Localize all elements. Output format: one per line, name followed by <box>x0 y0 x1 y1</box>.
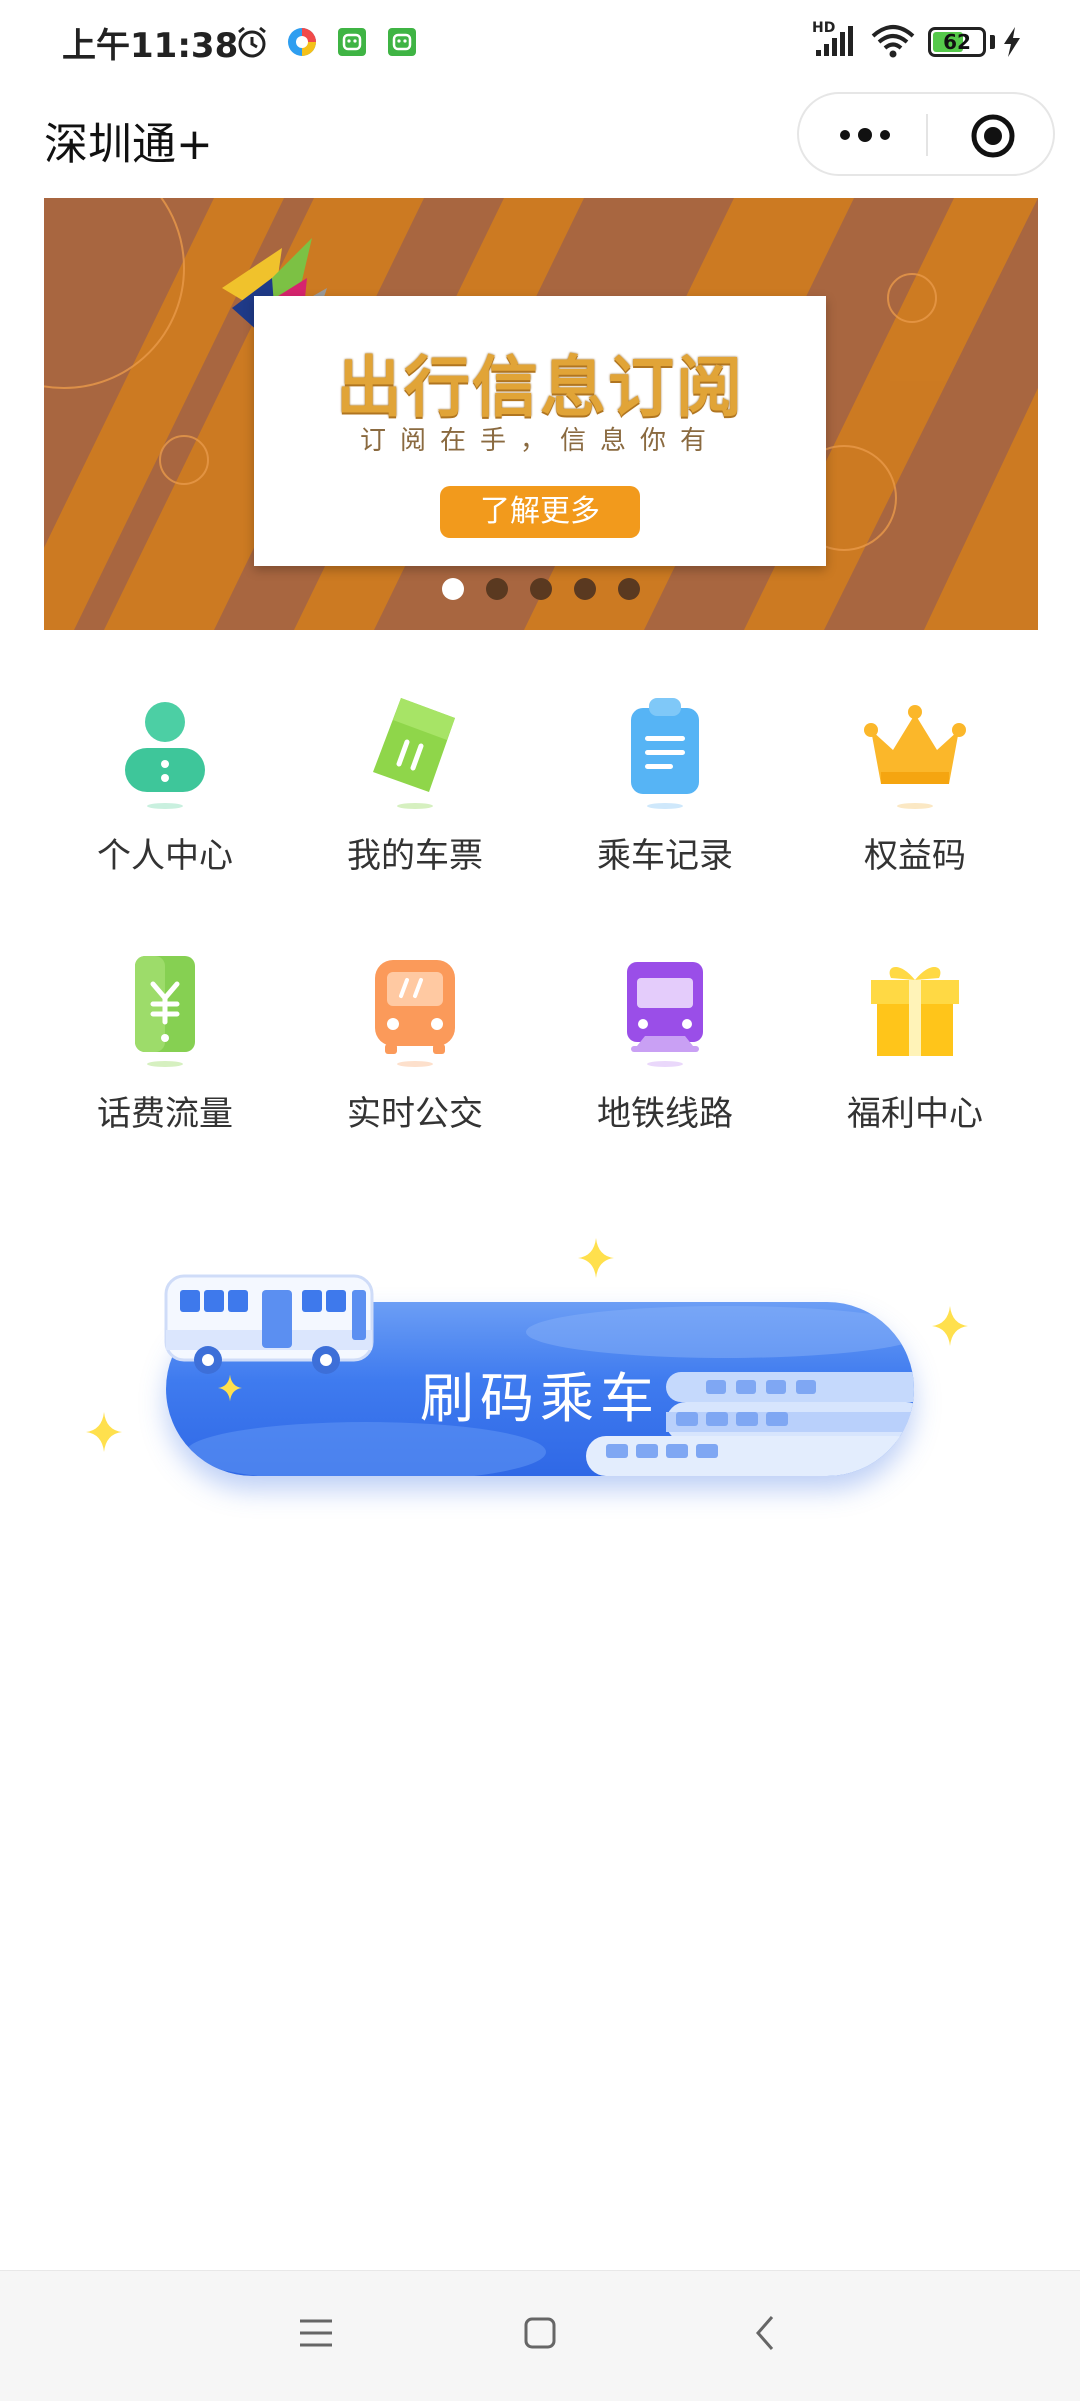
carousel-dot[interactable] <box>442 578 464 600</box>
grid-item-metro-lines[interactable]: 地铁线路 <box>540 950 790 1150</box>
bus-icon <box>375 960 455 1067</box>
status-time: 上午11:38 <box>62 26 239 66</box>
grid-item-realtime-bus[interactable]: 实时公交 <box>290 950 540 1150</box>
grid-label: 话费流量 <box>97 1094 233 1134</box>
grid-label: 个人中心 <box>97 836 233 876</box>
grid-label: 福利中心 <box>847 1094 983 1134</box>
grid-item-welfare-center[interactable]: 福利中心 <box>790 950 1040 1150</box>
carousel-dot[interactable] <box>530 578 552 600</box>
status-bar: 上午11:38 HD 62 <box>0 0 1080 86</box>
menu-icon[interactable] <box>296 2313 336 2353</box>
sparkle-icon <box>578 1238 614 1278</box>
banner-carousel[interactable]: 出行信息订阅 订阅在手，信息你有 了解更多 <box>44 198 1038 630</box>
grid-label: 权益码 <box>864 836 966 876</box>
grid-label: 乘车记录 <box>597 836 733 876</box>
more-dots-icon[interactable] <box>835 118 895 152</box>
grid-label: 我的车票 <box>347 836 483 876</box>
grid-label: 实时公交 <box>347 1094 483 1134</box>
sparkle-icon <box>86 1412 122 1452</box>
gift-icon <box>871 966 959 1056</box>
grid-item-benefit-code[interactable]: 权益码 <box>790 692 1040 892</box>
page-title: 深圳通+ <box>44 119 213 170</box>
signal-icon <box>816 26 853 56</box>
charging-icon <box>1004 27 1020 57</box>
ticket-icon <box>373 698 455 809</box>
home-icon[interactable] <box>520 2313 560 2353</box>
android-app-icon <box>388 28 416 56</box>
battery-nub <box>990 35 995 49</box>
sparkle-icon <box>218 1374 242 1402</box>
alarm-icon <box>238 26 266 58</box>
clipboard-icon <box>631 698 699 809</box>
battery-icon: 62 <box>928 27 986 57</box>
banner-title: 出行信息订阅 <box>336 349 744 426</box>
grid-label: 地铁线路 <box>597 1094 733 1134</box>
battery-percentage: 62 <box>943 30 971 54</box>
user-icon <box>125 702 205 809</box>
metro-icon <box>627 962 703 1067</box>
browser-app-icon <box>288 28 316 56</box>
capsule-divider <box>926 114 928 156</box>
grid-item-phone-data[interactable]: 话费流量 <box>40 950 290 1150</box>
crown-icon <box>864 705 966 809</box>
banner-card: 出行信息订阅 订阅在手，信息你有 了解更多 <box>254 296 826 566</box>
mini-program-capsule <box>797 92 1055 176</box>
android-app-icon <box>338 28 366 56</box>
carousel-dot[interactable] <box>486 578 508 600</box>
back-icon[interactable] <box>746 2313 786 2353</box>
phone-yuan-icon <box>135 956 195 1067</box>
close-target-icon[interactable] <box>969 112 1017 160</box>
grid-item-personal-center[interactable]: 个人中心 <box>40 692 290 892</box>
carousel-dot[interactable] <box>618 578 640 600</box>
wifi-icon <box>871 25 915 58</box>
carousel-dot[interactable] <box>574 578 596 600</box>
learn-more-button[interactable]: 了解更多 <box>440 486 640 538</box>
banner-subtitle: 订阅在手，信息你有 <box>359 426 720 456</box>
grid-item-my-tickets[interactable]: 我的车票 <box>290 692 540 892</box>
bus-illustration <box>164 1274 374 1374</box>
grid-item-ride-records[interactable]: 乘车记录 <box>540 692 790 892</box>
system-navigation-bar <box>0 2270 1080 2401</box>
ride-code-section: 刷码乘车 <box>80 1180 1000 1510</box>
sparkle-icon <box>932 1306 968 1346</box>
